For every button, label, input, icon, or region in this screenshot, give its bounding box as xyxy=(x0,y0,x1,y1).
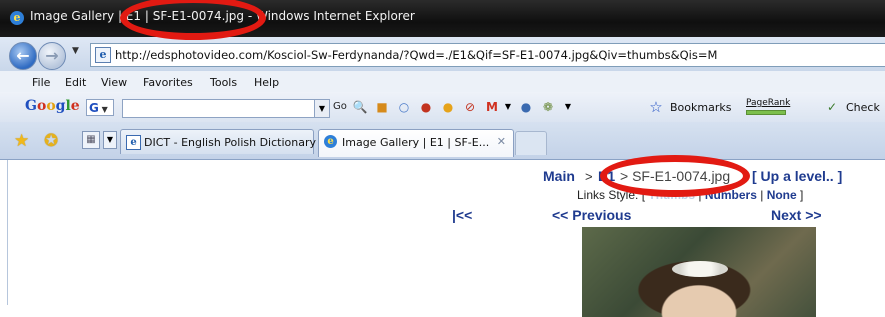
quick-tabs-icon[interactable]: ▦ xyxy=(82,131,100,149)
favorites-star-icon[interactable]: ★ xyxy=(14,131,29,151)
menu-tools[interactable]: Tools xyxy=(210,76,237,89)
forward-button[interactable]: → xyxy=(38,42,66,70)
history-dropdown-icon[interactable]: ▼ xyxy=(72,46,79,56)
google-button[interactable]: G ▼ xyxy=(86,99,114,116)
close-icon[interactable]: ✕ xyxy=(497,135,506,148)
gadgets-dropdown-icon[interactable]: ▼ xyxy=(560,99,576,115)
menu-help[interactable]: Help xyxy=(254,76,279,89)
previous-link[interactable]: << Previous xyxy=(552,207,631,223)
go-button[interactable]: Go xyxy=(333,101,347,112)
compass-icon[interactable]: ⊘ xyxy=(462,99,478,115)
bookmarks-button[interactable]: Bookmarks xyxy=(670,101,731,114)
sidewiki-icon[interactable]: ● xyxy=(518,99,534,115)
gadgets-icon[interactable]: ❁ xyxy=(540,99,556,115)
up-level-link[interactable]: [ Up a level.. ] xyxy=(752,168,842,184)
bookmarks-star-icon[interactable]: ☆ xyxy=(648,99,664,115)
google-logo: Google xyxy=(25,98,80,114)
back-button[interactable]: ← xyxy=(9,42,37,70)
menu-favorites[interactable]: Favorites xyxy=(143,76,193,89)
separator: | xyxy=(760,188,764,202)
search-icon[interactable]: 🔍 xyxy=(352,99,368,115)
internet-explorer-icon: e xyxy=(324,135,337,148)
links-style-suffix: ] xyxy=(800,188,804,202)
internet-explorer-icon: e xyxy=(10,11,24,25)
tab-label: Image Gallery | E1 | SF-E... xyxy=(342,136,490,149)
address-bar-row: ← → ▼ e http://edsphotovideo.com/Kosciol… xyxy=(0,37,885,71)
google-button-label: G xyxy=(89,101,99,115)
maps-icon[interactable]: ● xyxy=(418,99,434,115)
notebook-icon[interactable]: ● xyxy=(440,99,456,115)
first-link[interactable]: |<< xyxy=(452,207,472,223)
tab-label: DICT - English Polish Dictionary xyxy=(144,136,316,149)
page-content: Main > E1 > SF-E1-0074.jpg [ Up a level.… xyxy=(0,160,885,317)
photo-detail xyxy=(672,261,728,277)
spellcheck-icon[interactable]: ✓ xyxy=(824,99,840,115)
tab-image-gallery[interactable]: e Image Gallery | E1 | SF-E... ✕ xyxy=(318,129,514,157)
google-search-input[interactable] xyxy=(122,99,316,118)
add-favorite-icon[interactable]: ✪ xyxy=(44,131,58,151)
page-icon: e xyxy=(126,135,141,150)
tab-row: ★ ✪ ▦ ▼ e DICT - English Polish Dictiona… xyxy=(0,122,885,160)
menu-file[interactable]: File xyxy=(32,76,50,89)
highlight-circle-breadcrumb xyxy=(600,155,750,197)
new-tab-button[interactable] xyxy=(515,131,547,155)
breadcrumb-main-link[interactable]: Main xyxy=(543,168,575,184)
tab-dict[interactable]: e DICT - English Polish Dictionary xyxy=(120,129,316,154)
gmail-dropdown-icon[interactable]: ▼ xyxy=(500,99,516,115)
none-link[interactable]: None xyxy=(767,188,797,202)
google-toolbar: Google G ▼ ▼ Go 🔍 ■ ○ ● ● ⊘ M ▼ ● ❁ ▼ ☆ … xyxy=(0,92,885,123)
gmail-icon[interactable]: M xyxy=(484,99,500,115)
page-icon: e xyxy=(95,47,111,63)
content-border xyxy=(7,160,8,305)
tab-list-dropdown-icon[interactable]: ▼ xyxy=(103,131,117,149)
gallery-photo[interactable] xyxy=(582,227,816,317)
address-input[interactable]: e http://edsphotovideo.com/Kosciol-Sw-Fe… xyxy=(90,43,885,67)
pagerank-bar xyxy=(746,110,786,115)
menu-view[interactable]: View xyxy=(101,76,127,89)
url-text: http://edsphotovideo.com/Kosciol-Sw-Ferd… xyxy=(115,48,718,62)
chat-icon[interactable]: ○ xyxy=(396,99,412,115)
check-button[interactable]: Check xyxy=(846,101,880,114)
pagerank-label[interactable]: PageRank xyxy=(746,98,790,108)
menu-bar: File Edit View Favorites Tools Help xyxy=(0,71,885,92)
next-link[interactable]: Next >> xyxy=(771,207,822,223)
breadcrumb-separator: > xyxy=(585,169,593,184)
menu-edit[interactable]: Edit xyxy=(65,76,86,89)
search-dropdown-icon[interactable]: ▼ xyxy=(314,99,330,118)
news-icon[interactable]: ■ xyxy=(374,99,390,115)
